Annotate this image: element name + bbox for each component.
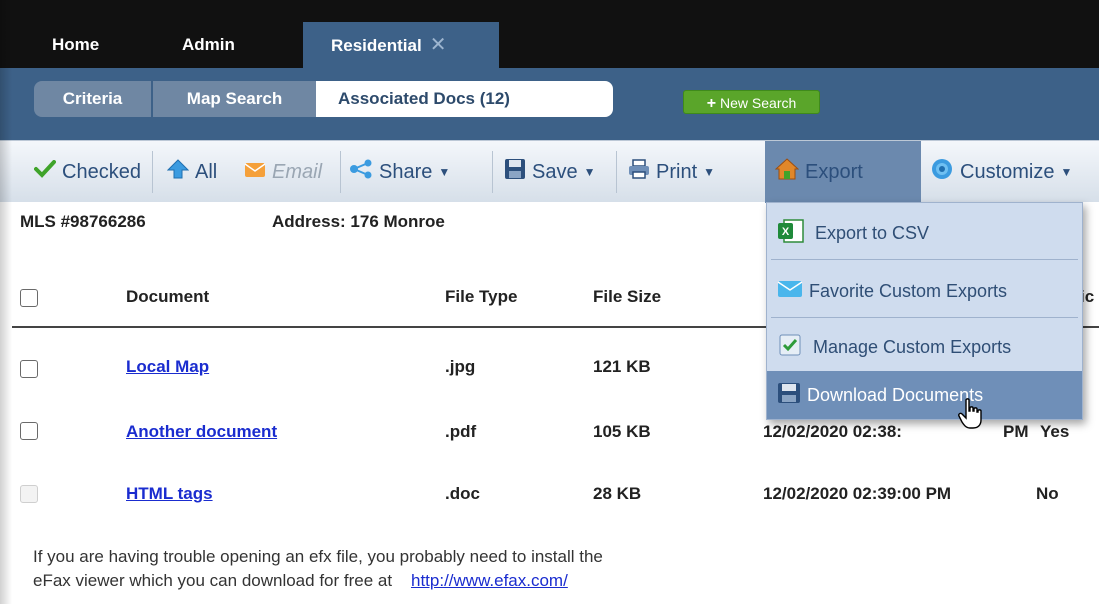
- upload-date-tail: PM: [1003, 422, 1029, 441]
- file-type: .jpg: [445, 357, 476, 376]
- export-house-icon: [774, 158, 800, 186]
- all-label: All: [195, 160, 218, 183]
- checked-button[interactable]: Checked: [34, 141, 141, 203]
- header-file-type[interactable]: File Type: [445, 287, 517, 307]
- close-icon[interactable]: ✕: [430, 34, 447, 56]
- menu-item-favorite-exports[interactable]: Favorite Custom Exports: [767, 265, 1082, 317]
- up-arrow-icon: [166, 159, 190, 185]
- note-line-2-text: eFax viewer which you can download for f…: [33, 571, 393, 590]
- menu-item-export-csv[interactable]: X Export to CSV: [767, 207, 1082, 259]
- upload-date: 12/02/2020 02:38:: [763, 422, 902, 441]
- menu-label: Manage Custom Exports: [813, 336, 1012, 357]
- select-all-checkbox[interactable]: [20, 289, 38, 307]
- efax-note: If you are having trouble opening an efx…: [33, 545, 603, 593]
- menu-divider: [771, 317, 1078, 318]
- tab-residential[interactable]: Residential ✕: [303, 22, 499, 68]
- document-link[interactable]: Another document: [126, 422, 277, 442]
- mls-number: MLS #98766286: [20, 212, 146, 231]
- tab-criteria[interactable]: Criteria: [34, 81, 151, 117]
- floppy-disk-icon: [777, 382, 801, 409]
- customize-button[interactable]: Customize ▼: [930, 141, 1072, 203]
- print-label: Print: [656, 160, 698, 183]
- file-type: .doc: [445, 484, 480, 503]
- flag-value: Yes: [1040, 422, 1070, 441]
- print-button[interactable]: Print ▼: [628, 141, 715, 203]
- sub-nav: Criteria Map Search Associated Docs (12)…: [0, 68, 1099, 140]
- envelope-icon: [244, 161, 266, 184]
- menu-item-download-documents[interactable]: Download Documents: [767, 371, 1082, 419]
- tab-admin[interactable]: Admin: [182, 22, 235, 68]
- checked-label: Checked: [62, 160, 141, 183]
- header-file-size[interactable]: File Size: [593, 287, 661, 307]
- toolbar-divider: [492, 151, 493, 193]
- header-document[interactable]: Document: [126, 287, 209, 307]
- save-button[interactable]: Save ▼: [504, 141, 595, 203]
- row-checkbox[interactable]: [20, 485, 38, 503]
- document-link[interactable]: Local Map: [126, 357, 209, 377]
- svg-text:X: X: [782, 226, 790, 238]
- tab-home[interactable]: Home: [52, 22, 99, 68]
- email-label: Email: [272, 160, 323, 183]
- chevron-down-icon: ▼: [703, 165, 716, 179]
- document-check-icon: [777, 333, 803, 362]
- plus-icon: +: [706, 95, 717, 112]
- share-icon: [349, 159, 373, 185]
- menu-item-manage-exports[interactable]: Manage Custom Exports: [767, 321, 1082, 373]
- row-checkbox[interactable]: [20, 422, 38, 440]
- chevron-down-icon: ▼: [438, 165, 451, 179]
- toolbar-divider: [340, 151, 341, 193]
- toolbar-divider: [152, 151, 153, 193]
- chevron-down-icon: ▼: [583, 165, 596, 179]
- file-size: 28 KB: [593, 484, 642, 503]
- row-checkbox[interactable]: [20, 360, 38, 378]
- note-line-2: eFax viewer which you can download for f…: [33, 569, 603, 593]
- export-dropdown-menu: X Export to CSV Favorite Custom Exports …: [766, 202, 1083, 420]
- new-search-button[interactable]: + New Search: [683, 90, 820, 114]
- toolbar-divider: [616, 151, 617, 193]
- envelope-icon: [777, 280, 803, 303]
- menu-label: Favorite Custom Exports: [809, 280, 1008, 301]
- save-label: Save: [532, 160, 578, 183]
- export-label: Export: [805, 160, 863, 183]
- printer-icon: [628, 159, 650, 185]
- menu-label: Download Documents: [807, 384, 984, 405]
- flag-value: No: [1036, 484, 1059, 503]
- checkmark-icon: [34, 160, 56, 184]
- all-button[interactable]: All: [166, 141, 218, 203]
- upload-date: 12/02/2020 02:39:00 PM: [763, 484, 952, 503]
- tab-residential-label: Residential: [331, 36, 422, 55]
- top-nav: Home Admin Residential ✕: [0, 0, 1099, 68]
- note-line-1: If you are having trouble opening an efx…: [33, 547, 603, 566]
- file-size: 121 KB: [593, 357, 651, 376]
- excel-icon: X: [777, 218, 805, 249]
- gear-icon: [930, 157, 954, 187]
- customize-label: Customize: [960, 160, 1055, 183]
- menu-divider: [771, 259, 1078, 260]
- app-frame: Home Admin Residential ✕ Criteria Map Sea…: [0, 0, 1099, 604]
- share-button[interactable]: Share ▼: [349, 141, 450, 203]
- share-label: Share: [379, 160, 433, 183]
- efax-link[interactable]: http://www.efax.com/: [411, 571, 568, 590]
- floppy-disk-icon: [504, 158, 526, 186]
- menu-label: Export to CSV: [815, 222, 930, 243]
- file-type: .pdf: [445, 422, 477, 441]
- address: Address: 176 Monroe: [272, 212, 445, 231]
- chevron-down-icon: ▼: [1060, 165, 1073, 179]
- tab-map-search[interactable]: Map Search: [153, 81, 316, 117]
- export-button[interactable]: Export: [765, 141, 921, 203]
- tab-associated-docs[interactable]: Associated Docs (12): [316, 81, 613, 117]
- file-size: 105 KB: [593, 422, 651, 441]
- hand-cursor-icon: [958, 398, 984, 435]
- new-search-label: New Search: [720, 95, 797, 111]
- toolbar: Checked All Email Share ▼ Save ▼ Print ▼…: [0, 140, 1099, 203]
- table-row: HTML tags .doc 28 KB 12/02/2020 02:39:00…: [0, 464, 1099, 524]
- document-link[interactable]: HTML tags: [126, 484, 213, 504]
- email-button[interactable]: Email: [244, 141, 322, 203]
